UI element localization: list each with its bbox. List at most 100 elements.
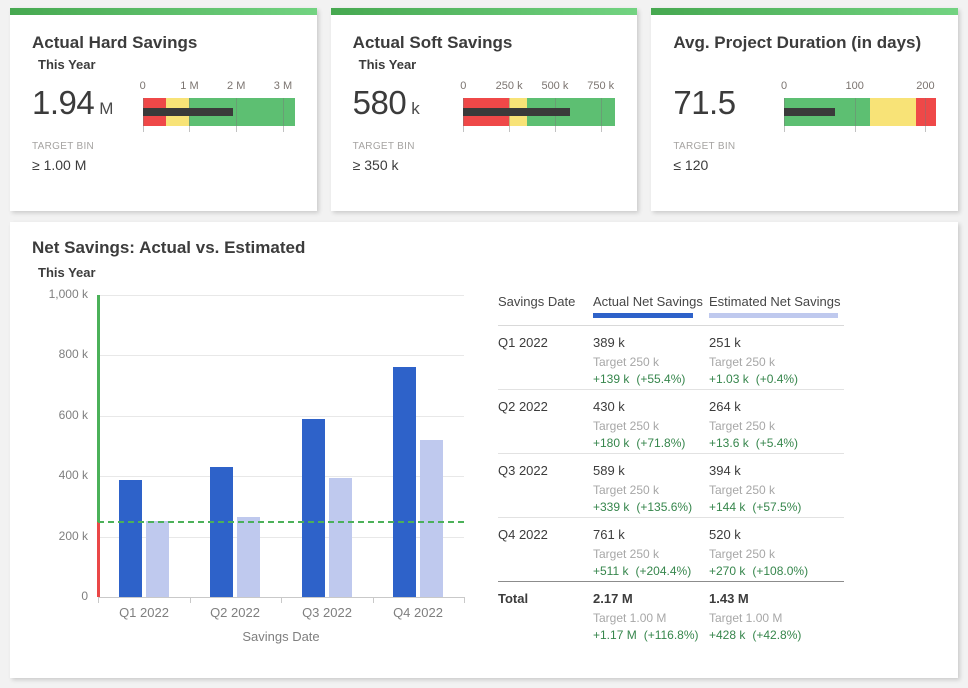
- row-label: Q1 2022: [498, 335, 583, 389]
- delta-percent: (+71.8%): [636, 436, 685, 450]
- metric-target: Target 250 k: [593, 547, 699, 561]
- metric-delta: +180 k (+71.8%): [593, 436, 699, 450]
- row-label: Q2 2022: [498, 399, 583, 453]
- metric-value: 264 k: [709, 399, 844, 414]
- table-header-label: Actual Net Savings: [593, 294, 703, 309]
- kpi-tile-actual-hard-savings[interactable]: Actual Hard Savings This Year 1.94M 01 M…: [10, 8, 317, 211]
- actual-cell: 2.17 MTarget 1.00 M+1.17 M(+116.8%): [583, 591, 699, 645]
- delta-absolute: +339 k: [593, 500, 629, 514]
- delta-absolute: +180 k: [593, 436, 629, 450]
- delta-absolute: +144 k: [709, 500, 745, 514]
- metric-target: Target 250 k: [593, 355, 699, 369]
- metric-target: Target 1.00 M: [593, 611, 699, 625]
- kpi-title: Avg. Project Duration (in days): [673, 33, 938, 53]
- bar-actual-net-savings[interactable]: [210, 467, 233, 597]
- bullet-tick-line: [925, 98, 926, 132]
- metric-value: 761 k: [593, 527, 699, 542]
- bullet-tick-label: 200: [916, 80, 934, 92]
- delta-absolute: +428 k: [709, 628, 745, 642]
- x-axis-label: Q3 2022: [282, 605, 372, 620]
- metric-delta: +339 k (+135.6%): [593, 500, 699, 514]
- bullet-tick-label: 0: [781, 80, 787, 92]
- y-axis-below-target-segment: [97, 522, 100, 598]
- y-axis-label: 800 k: [10, 347, 88, 361]
- kpi-title: Actual Soft Savings: [353, 33, 618, 53]
- delta-absolute: +511 k: [593, 564, 628, 578]
- bullet-tick-label: 500 k: [541, 80, 568, 92]
- metric-value: 520 k: [709, 527, 844, 542]
- kpi-subtitle: This Year: [32, 57, 297, 74]
- table-row[interactable]: Q1 2022389 kTarget 250 k+139 k(+55.4%)25…: [498, 326, 844, 390]
- bullet-tick-label: 1 M: [180, 80, 198, 92]
- table-header-label: Estimated Net Savings: [709, 294, 841, 309]
- gridline: [98, 295, 464, 296]
- bullet-chart: 01 M2 M3 M: [143, 80, 295, 126]
- metric-target: Target 250 k: [593, 419, 699, 433]
- bar-estimated-net-savings[interactable]: [146, 521, 169, 597]
- bar-estimated-net-savings[interactable]: [420, 440, 443, 597]
- table-row[interactable]: Q4 2022 761 k Target 250 k +511 k (+204.4%) 5…: [498, 518, 844, 582]
- x-axis-title: Savings Date: [98, 629, 464, 644]
- actual-cell: 589 kTarget 250 k+339 k(+135.6%): [583, 463, 699, 517]
- bullet-tick-label: 2 M: [227, 80, 245, 92]
- net-savings-panel[interactable]: Net Savings: Actual vs. Estimated This Y…: [10, 222, 958, 678]
- target-bin-value: ≥ 350 k: [353, 157, 618, 173]
- delta-percent: (+108.0%): [752, 564, 808, 578]
- estimated-cell: 394 k Target 250 k +144 k (+57.5%): [699, 463, 844, 517]
- series-legend-underline: [593, 313, 693, 318]
- bullet-axis-labels: 01 M2 M3 M: [143, 80, 295, 95]
- metric-value: 394 k: [709, 463, 844, 478]
- metric-value: 430 k: [593, 399, 699, 414]
- estimated-cell: 1.43 MTarget 1.00 M+428 k(+42.8%): [699, 591, 844, 645]
- bullet-measure-bar: [143, 108, 234, 116]
- kpi-title: Actual Hard Savings: [32, 33, 297, 53]
- kpi-tile-avg-project-duration[interactable]: Avg. Project Duration (in days) 71.5 0 10…: [651, 8, 958, 211]
- row-label: Total: [498, 591, 583, 645]
- x-axis-label: Q4 2022: [373, 605, 463, 620]
- metric-value: 389 k: [593, 335, 699, 350]
- metric-target: Target 250 k: [709, 483, 844, 497]
- bar-estimated-net-savings[interactable]: [237, 517, 260, 597]
- target-bin-label: TARGET BIN: [673, 141, 938, 152]
- metric-target: Target 250 k: [709, 547, 844, 561]
- estimated-cell: 264 kTarget 250 k+13.6 k(+5.4%): [699, 399, 844, 453]
- kpi-value: 1.94M: [32, 80, 143, 122]
- row-label: Q4 2022: [498, 527, 583, 581]
- table-row[interactable]: Total2.17 MTarget 1.00 M+1.17 M(+116.8%)…: [498, 582, 844, 645]
- estimated-cell: 520 kTarget 250 k+270 k(+108.0%): [699, 527, 844, 581]
- bullet-tick-label: 3 M: [274, 80, 292, 92]
- kpi-tile-actual-soft-savings[interactable]: Actual Soft Savings This Year 580k 0250 …: [331, 8, 638, 211]
- delta-percent: (+5.4%): [756, 436, 798, 450]
- kpi-card-row: Actual Hard Savings This Year 1.94M 0 1 M…: [10, 8, 958, 211]
- table-header-cell: Actual Net Savings: [583, 294, 699, 318]
- x-axis-line: [98, 597, 464, 598]
- delta-percent: (+57.5%): [752, 500, 801, 514]
- y-axis-label: 200 k: [10, 529, 88, 543]
- delta-percent: (+135.6%): [636, 500, 692, 514]
- bullet-axis-labels: 0250 k500 k750 k: [463, 80, 615, 95]
- tile-accent-strip: [651, 8, 958, 15]
- bullet-tick-label: 100: [846, 80, 864, 92]
- table-row[interactable]: Q3 2022589 kTarget 250 k+339 k(+135.6%)3…: [498, 454, 844, 518]
- bar-actual-net-savings[interactable]: [302, 419, 325, 597]
- metric-value: 251 k: [709, 335, 844, 350]
- bar-actual-net-savings[interactable]: [393, 367, 416, 597]
- target-bin-value: ≥ 1.00 M: [32, 157, 297, 173]
- y-axis-label: 600 k: [10, 408, 88, 422]
- bullet-bar: [784, 98, 936, 126]
- tile-accent-strip: [331, 8, 638, 15]
- bar-estimated-net-savings[interactable]: [329, 478, 352, 597]
- kpi-unit: k: [411, 99, 420, 118]
- target-bin-label: TARGET BIN: [32, 141, 297, 152]
- bullet-tick-label: 0: [460, 80, 466, 92]
- bullet-measure-bar: [784, 108, 835, 116]
- kpi-value: 71.5: [673, 80, 784, 122]
- metric-target: Target 250 k: [709, 419, 844, 433]
- kpi-subtitle: This Year: [353, 57, 618, 74]
- delta-absolute: +1.03 k: [709, 372, 749, 386]
- delta-percent: (+55.4%): [636, 372, 685, 386]
- delta-percent: (+204.4%): [635, 564, 691, 578]
- table-row[interactable]: Q2 2022 430 k Target 250 k +180 k (+71.8%) 26…: [498, 390, 844, 454]
- metric-target: Target 1.00 M: [709, 611, 844, 625]
- bar-actual-net-savings[interactable]: [119, 480, 142, 597]
